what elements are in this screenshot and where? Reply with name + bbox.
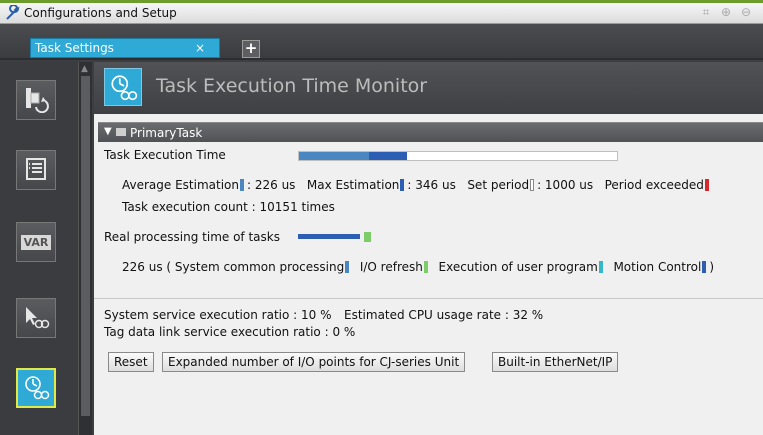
cursor-task-icon [22, 303, 50, 334]
panel-header: Task Execution Time Monitor [94, 62, 763, 114]
cpu-usage-rate: Estimated CPU usage rate : 32 % [344, 308, 544, 322]
user-program-bar [298, 234, 360, 239]
period-exceeded-label: Period exceeded [604, 178, 704, 192]
tab-label: Task Settings [35, 41, 114, 55]
close-icon[interactable]: × [195, 41, 205, 55]
title-bar: Configurations and Setup ⌗ ⊕ ⊖ [0, 0, 763, 24]
scroll-up-icon[interactable]: ▲ [81, 64, 88, 74]
left-toolbar: VAR [0, 62, 82, 435]
list-icon [24, 156, 48, 185]
system-service-ratio: System service execution ratio : 10 % [104, 308, 332, 322]
section-label: PrimaryTask [130, 126, 203, 140]
close-paren: ) [709, 260, 715, 274]
reset-button[interactable]: Reset [108, 352, 154, 372]
main-panel: Task Execution Time Monitor ▼ PrimaryTas… [94, 62, 763, 435]
tab-task-settings[interactable]: Task Settings × [30, 38, 220, 58]
rebuild-button[interactable] [16, 80, 56, 120]
builtin-ethernet-button[interactable]: Built-in EtherNet/IP [492, 352, 619, 372]
max-estimation-label: Max Estimation [306, 178, 400, 192]
io-refresh-legend-swatch [423, 261, 428, 273]
average-estimation-value: : 226 us [247, 178, 296, 192]
task-monitor-icon [104, 68, 142, 106]
system-common-legend-swatch [345, 261, 350, 273]
primary-task-section-header[interactable]: ▼ PrimaryTask [98, 122, 763, 142]
zoom-in-icon[interactable]: ⊕ [719, 5, 733, 19]
average-estimation-label: Average Estimation [122, 178, 239, 192]
page-title: Task Execution Time Monitor [156, 75, 428, 97]
window-title: Configurations and Setup [24, 6, 177, 20]
left-scrollbar[interactable]: ▲ [78, 62, 92, 435]
task-monitor-button[interactable] [16, 368, 56, 408]
list-button[interactable] [16, 150, 56, 190]
max-legend-swatch [400, 179, 405, 191]
execution-time-label: Task Execution Time [104, 148, 226, 162]
collapse-arrow-icon[interactable]: ▼ [104, 126, 112, 137]
zoom-out-icon[interactable]: ⊖ [739, 5, 753, 19]
wrench-icon [4, 4, 22, 22]
title-bar-tools: ⌗ ⊕ ⊖ [699, 5, 753, 19]
real-processing-legend: 226 us ( System common processing I/O re… [122, 260, 714, 274]
task-monitor-icon [22, 373, 50, 404]
average-estimation-bar [299, 152, 369, 160]
folder-icon [116, 128, 126, 136]
motion-control-label: Motion Control [613, 260, 702, 274]
user-program-label: Execution of user program [438, 260, 598, 274]
rebuild-icon [23, 85, 49, 116]
maximize-icon[interactable]: ⌗ [699, 5, 713, 19]
execution-time-bar [298, 151, 618, 161]
real-processing-label: Real processing time of tasks [104, 230, 280, 244]
io-refresh-bar [364, 232, 371, 242]
motion-control-legend-swatch [702, 261, 707, 273]
set-period-label: Set period [467, 178, 530, 192]
divider [94, 298, 763, 299]
io-refresh-label: I/O refresh [359, 260, 423, 274]
task-execution-count: Task execution count : 10151 times [122, 200, 335, 214]
period-exceeded-legend-swatch [704, 179, 709, 191]
max-estimation-value: : 346 us [407, 178, 456, 192]
set-period-value: : 1000 us [537, 178, 594, 192]
tab-strip: Task Settings × + [0, 24, 763, 60]
add-tab-button[interactable]: + [242, 40, 260, 58]
real-processing-bar [298, 232, 371, 242]
var-icon: VAR [20, 234, 52, 250]
cursor-task-button[interactable] [16, 298, 56, 338]
average-legend-swatch [240, 179, 244, 191]
execution-legend: Average Estimation : 226 us Max Estimatio… [122, 178, 712, 192]
real-processing-value: 226 us ( System common processing [122, 260, 345, 274]
expanded-io-points-button[interactable]: Expanded number of I/O points for CJ-ser… [162, 352, 466, 372]
tag-data-link-ratio: Tag data link service execution ratio : … [104, 325, 356, 339]
set-period-legend-swatch [530, 179, 535, 191]
scroll-thumb[interactable] [81, 76, 90, 416]
var-button[interactable]: VAR [16, 222, 56, 262]
user-program-legend-swatch [598, 261, 603, 273]
